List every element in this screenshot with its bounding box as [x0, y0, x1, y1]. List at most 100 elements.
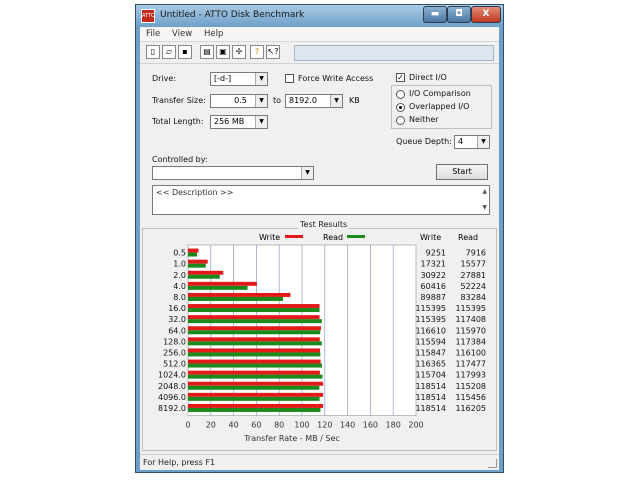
x-tick-label: 120 [317, 421, 332, 430]
write-value: 116610 [415, 326, 446, 335]
category-label: 128.0 [163, 337, 186, 346]
transfer-min-value: 0.5 [234, 96, 247, 105]
open-folder-icon[interactable]: ▱ [162, 45, 176, 59]
category-label: 0.5 [173, 249, 186, 258]
atto-app-icon[interactable]: ATTO [141, 9, 155, 23]
transfer-min-select[interactable]: 0.5 ▼ [210, 94, 268, 108]
write-value: 115395 [415, 315, 446, 324]
help-icon[interactable]: ? [250, 45, 264, 59]
neither-radio[interactable] [396, 116, 405, 125]
direct-io-checkbox[interactable]: ✓ [396, 73, 405, 82]
chevron-down-icon[interactable]: ▼ [301, 167, 313, 179]
save-icon[interactable]: ▪ [178, 45, 192, 59]
write-bar [188, 392, 324, 397]
total-length-select[interactable]: 256 MB ▼ [210, 115, 268, 129]
read-bar [188, 330, 321, 335]
legend-read-label: Read [323, 233, 343, 242]
transfer-size-label: Transfer Size: [152, 96, 206, 105]
chevron-down-icon[interactable]: ▼ [477, 136, 489, 148]
category-label: 1.0 [173, 260, 186, 269]
scroll-up-icon[interactable]: ▲ [482, 188, 487, 195]
read-value: 15577 [461, 260, 486, 269]
queue-depth-select[interactable]: 4 ▼ [454, 135, 490, 149]
read-value: 52224 [461, 282, 486, 291]
write-bar [188, 281, 257, 286]
to-label: to [273, 96, 282, 105]
read-value: 115208 [455, 382, 486, 391]
queue-depth-value: 4 [458, 137, 464, 146]
transfer-max-value: 8192.0 [289, 96, 317, 105]
window-title: Untitled - ATTO Disk Benchmark [160, 10, 305, 20]
context-help-icon[interactable]: ↖? [266, 45, 280, 59]
menu-bar: File View Help [140, 27, 499, 42]
read-bar [188, 252, 198, 257]
write-value: 60416 [421, 282, 446, 291]
controlled-by-label: Controlled by: [152, 155, 208, 164]
write-value: 118514 [415, 404, 446, 413]
controlled-by-select[interactable]: ▼ [152, 166, 314, 180]
title-bar[interactable]: ATTO Untitled - ATTO Disk Benchmark ▬ ◘ … [136, 5, 503, 27]
status-text: For Help, press F1 [143, 458, 216, 467]
x-tick-label: 160 [363, 421, 378, 430]
toolbar: ▯ ▱ ▪ ▤ ▣ ✢ ? ↖? [140, 42, 499, 64]
write-value: 9251 [426, 249, 446, 258]
write-value: 115395 [415, 304, 446, 313]
read-value: 117477 [455, 360, 486, 369]
chevron-down-icon[interactable]: ▼ [330, 95, 342, 107]
legend-write-swatch [285, 235, 303, 238]
x-tick-label: 40 [229, 421, 239, 430]
x-tick-label: 180 [386, 421, 401, 430]
print-preview-icon[interactable]: ▣ [216, 45, 230, 59]
write-bar [188, 248, 199, 253]
read-bar [188, 352, 321, 357]
app-window: ATTO Untitled - ATTO Disk Benchmark ▬ ◘ … [135, 4, 504, 473]
new-document-icon[interactable]: ▯ [146, 45, 160, 59]
move-icon[interactable]: ✢ [232, 45, 246, 59]
scroll-down-icon[interactable]: ▼ [482, 204, 487, 211]
print-icon[interactable]: ▤ [200, 45, 214, 59]
status-bar: For Help, press F1 [140, 454, 499, 470]
maximize-button[interactable]: ◘ [447, 6, 471, 23]
category-label: 8192.0 [158, 404, 186, 413]
resize-grip-icon[interactable] [488, 459, 497, 468]
description-textarea[interactable]: << Description >> ▲ ▼ [152, 185, 490, 215]
read-bar [188, 274, 220, 279]
read-value: 83284 [461, 293, 486, 302]
chevron-down-icon[interactable]: ▼ [255, 95, 267, 107]
start-button[interactable]: Start [436, 164, 488, 180]
read-bar [188, 263, 206, 268]
drive-select[interactable]: [-d-] ▼ [210, 72, 268, 86]
category-label: 2.0 [173, 271, 186, 280]
x-tick-label: 0 [185, 421, 190, 430]
category-label: 64.0 [168, 326, 186, 335]
menu-file[interactable]: File [146, 29, 160, 39]
menu-view[interactable]: View [172, 29, 192, 39]
chevron-down-icon[interactable]: ▼ [255, 73, 267, 85]
col-read-header: Read [458, 233, 478, 242]
read-value: 115395 [455, 304, 486, 313]
close-button[interactable]: X [471, 6, 501, 23]
x-tick-label: 20 [206, 421, 216, 430]
x-tick-label: 80 [274, 421, 284, 430]
read-bar [188, 285, 248, 290]
minimize-button[interactable]: ▬ [423, 6, 447, 23]
force-write-checkbox[interactable] [285, 74, 294, 83]
write-value: 118514 [415, 382, 446, 391]
transfer-max-select[interactable]: 8192.0 ▼ [285, 94, 343, 108]
drive-label: Drive: [152, 74, 177, 83]
read-bar [188, 396, 320, 401]
read-bar [188, 385, 320, 390]
io-comparison-radio[interactable] [396, 90, 405, 99]
x-tick-label: 100 [294, 421, 309, 430]
category-label: 8.0 [173, 293, 186, 302]
chevron-down-icon[interactable]: ▼ [255, 116, 267, 128]
overlapped-io-radio[interactable] [396, 103, 405, 112]
test-results-title: Test Results [298, 220, 350, 229]
read-bar [188, 363, 322, 368]
menu-help[interactable]: Help [204, 29, 223, 39]
write-bar [188, 381, 324, 386]
write-bar [188, 403, 324, 408]
write-value: 118514 [415, 393, 446, 402]
write-bar [188, 259, 208, 264]
write-bar [188, 292, 291, 297]
